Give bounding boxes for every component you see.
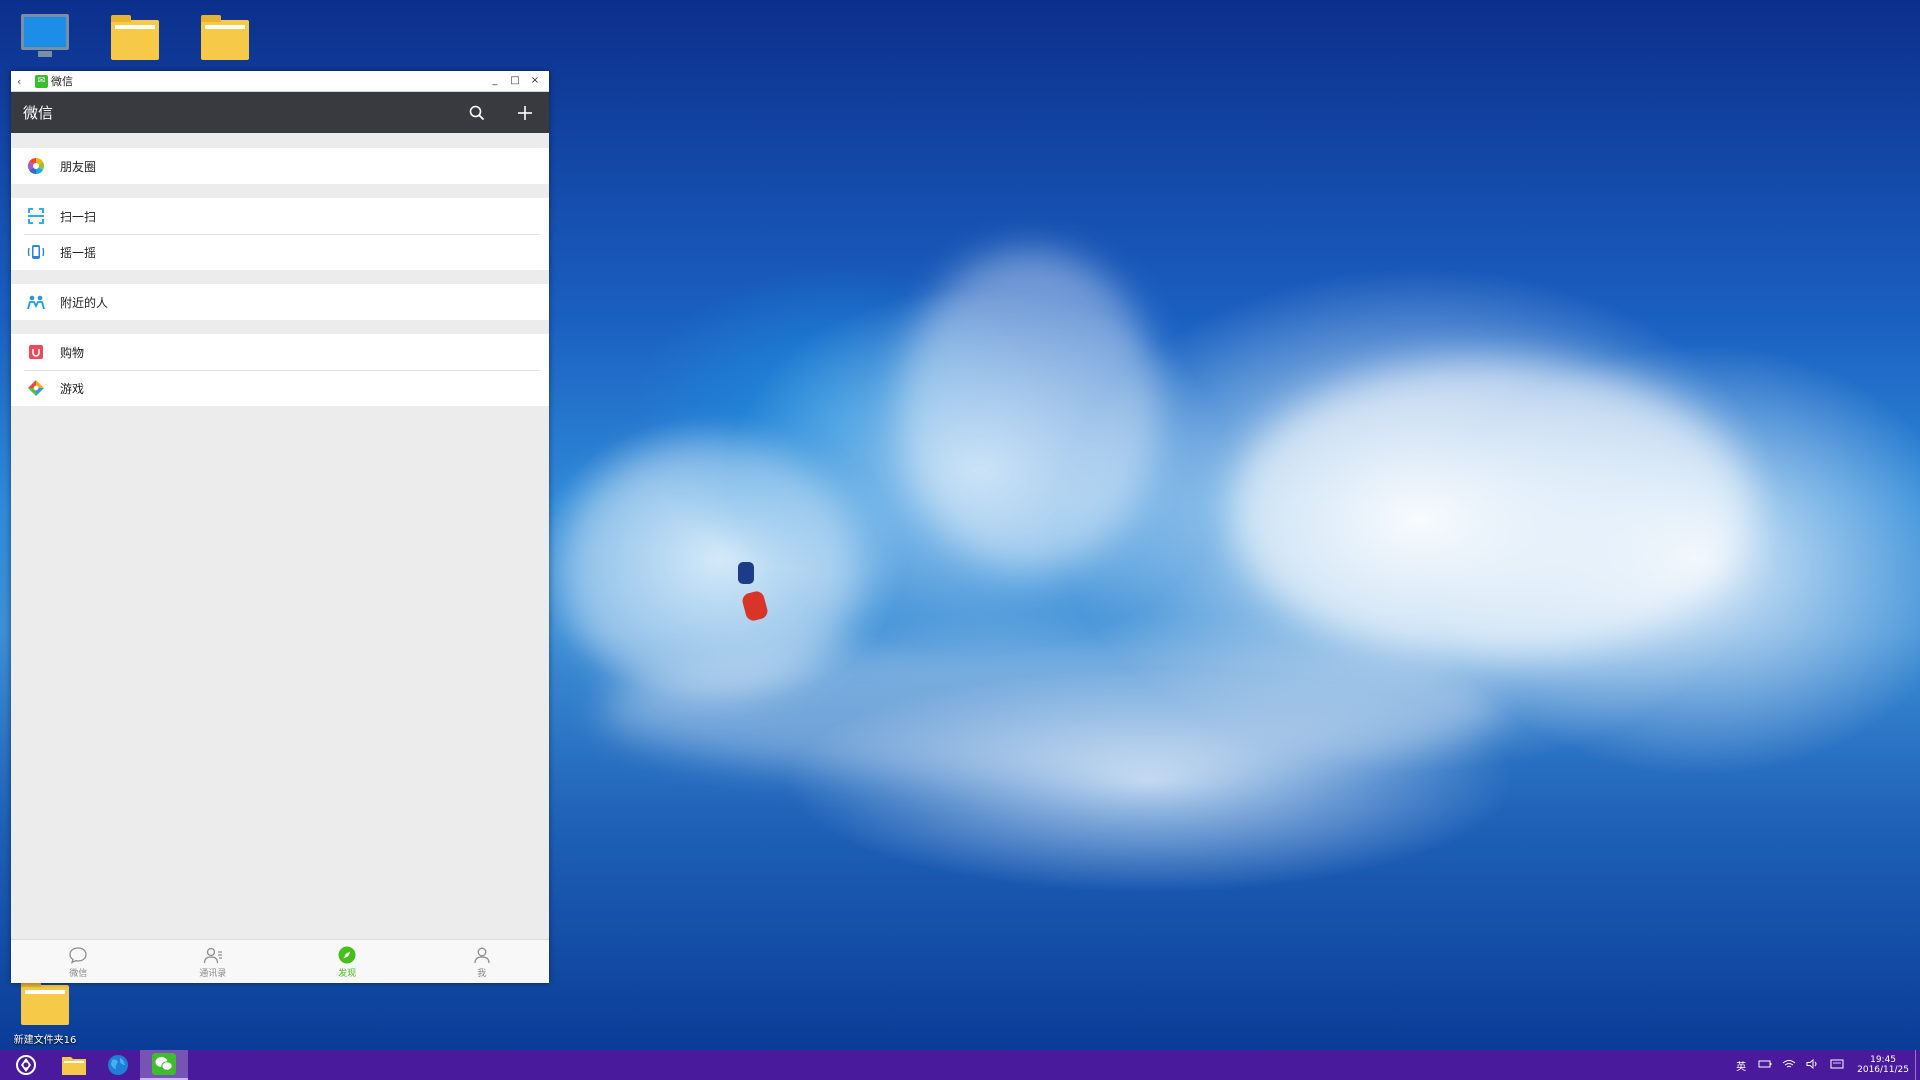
- discover-group: 扫一扫 摇一摇: [11, 198, 549, 270]
- battery-icon[interactable]: [1753, 1059, 1777, 1072]
- surfer: [738, 562, 754, 584]
- desktop-icon-label: 新建文件夹16: [13, 1035, 77, 1046]
- wave-foam: [560, 440, 860, 700]
- plus-icon: [518, 105, 532, 120]
- discover-item-label: 附近的人: [60, 295, 109, 310]
- system-tray: 英 19:45 2016/11/25: [1729, 1050, 1920, 1080]
- clock-time: 19:45: [1870, 1055, 1897, 1065]
- tab-label: 微信: [69, 968, 88, 979]
- window-titlebar[interactable]: ‹ ✉ 微信 _ □ ×: [11, 71, 549, 92]
- search-button[interactable]: [457, 92, 497, 133]
- discover-item-scan[interactable]: 扫一扫: [11, 198, 549, 234]
- desktop-icon-folder[interactable]: [95, 15, 175, 66]
- show-desktop-button[interactable]: [1915, 1050, 1920, 1080]
- discover-item-label: 朋友圈: [60, 159, 97, 174]
- discover-group: 附近的人: [11, 284, 549, 320]
- compass-icon: [336, 945, 358, 965]
- start-button[interactable]: [0, 1050, 52, 1080]
- taskbar-file-manager[interactable]: [52, 1050, 96, 1080]
- ime-indicator[interactable]: 英: [1729, 1058, 1753, 1073]
- scan-icon: [27, 207, 45, 225]
- tab-label: 发现: [338, 968, 357, 979]
- moments-icon: [27, 157, 45, 175]
- games-icon: [27, 379, 45, 397]
- wave-foam: [1230, 360, 1750, 660]
- discover-item-label: 购物: [60, 345, 85, 360]
- discover-item-shopping[interactable]: 购物: [11, 334, 549, 370]
- tab-me[interactable]: 我: [415, 940, 550, 983]
- bottom-tabbar: 微信 通讯录 发现 我: [11, 939, 549, 983]
- nearby-people-icon: [27, 293, 45, 311]
- tab-discover[interactable]: 发现: [280, 940, 415, 983]
- tab-label: 我: [477, 968, 487, 979]
- desktop-icon-computer[interactable]: [5, 14, 85, 57]
- start-logo-icon: [16, 1055, 36, 1075]
- desktop-icon-folder[interactable]: [185, 15, 265, 66]
- wechat-logo-icon: ✉: [35, 74, 48, 88]
- minimize-button[interactable]: _: [485, 71, 505, 91]
- discover-item-label: 扫一扫: [60, 209, 97, 224]
- contacts-icon: [202, 945, 224, 965]
- folder-icon: [201, 15, 249, 60]
- back-icon[interactable]: ‹: [17, 75, 31, 88]
- folder-icon: [21, 980, 69, 1025]
- add-button[interactable]: [505, 92, 545, 133]
- notification-icon[interactable]: [1825, 1059, 1849, 1072]
- taskbar-wechat[interactable]: [140, 1050, 188, 1080]
- wechat-window: ‹ ✉ 微信 _ □ × 微信 朋友圈 扫一扫 摇一摇 附近的人 购物 游戏 微…: [11, 71, 549, 983]
- discover-item-shake[interactable]: 摇一摇: [11, 234, 549, 270]
- wechat-icon: [152, 1053, 176, 1075]
- discover-item-nearby[interactable]: 附近的人: [11, 284, 549, 320]
- wave-foam: [900, 250, 1160, 570]
- app-header: 微信: [11, 92, 549, 133]
- discover-item-games[interactable]: 游戏: [11, 370, 549, 406]
- folder-icon: [111, 15, 159, 60]
- globe-icon: [108, 1055, 128, 1075]
- chat-bubble-icon: [67, 945, 89, 965]
- desktop-icon-folder-16[interactable]: 新建文件夹16: [5, 980, 85, 1046]
- discover-group: 朋友圈: [11, 148, 549, 184]
- discover-group: 购物 游戏: [11, 334, 549, 406]
- discover-item-label: 摇一摇: [60, 245, 97, 260]
- discover-item-label: 游戏: [60, 381, 85, 396]
- wifi-icon[interactable]: [1777, 1059, 1801, 1072]
- search-icon: [469, 105, 485, 120]
- close-button[interactable]: ×: [525, 71, 545, 91]
- tab-chats[interactable]: 微信: [11, 940, 146, 983]
- taskbar: 英 19:45 2016/11/25: [0, 1050, 1920, 1080]
- computer-icon: [21, 14, 69, 57]
- discover-item-moments[interactable]: 朋友圈: [11, 148, 549, 184]
- person-icon: [471, 945, 493, 965]
- taskbar-clock[interactable]: 19:45 2016/11/25: [1857, 1055, 1909, 1075]
- taskbar-browser[interactable]: [96, 1050, 140, 1080]
- clock-date: 2016/11/25: [1857, 1065, 1909, 1075]
- maximize-button[interactable]: □: [505, 71, 525, 91]
- shake-icon: [27, 243, 45, 261]
- header-title: 微信: [23, 104, 54, 122]
- discover-list: 朋友圈 扫一扫 摇一摇 附近的人 购物 游戏: [11, 133, 549, 940]
- window-title: 微信: [51, 75, 73, 88]
- shopping-icon: [27, 343, 45, 361]
- tab-contacts[interactable]: 通讯录: [146, 940, 281, 983]
- folder-icon: [62, 1057, 86, 1075]
- tab-label: 通讯录: [199, 968, 227, 979]
- volume-icon[interactable]: [1801, 1058, 1825, 1072]
